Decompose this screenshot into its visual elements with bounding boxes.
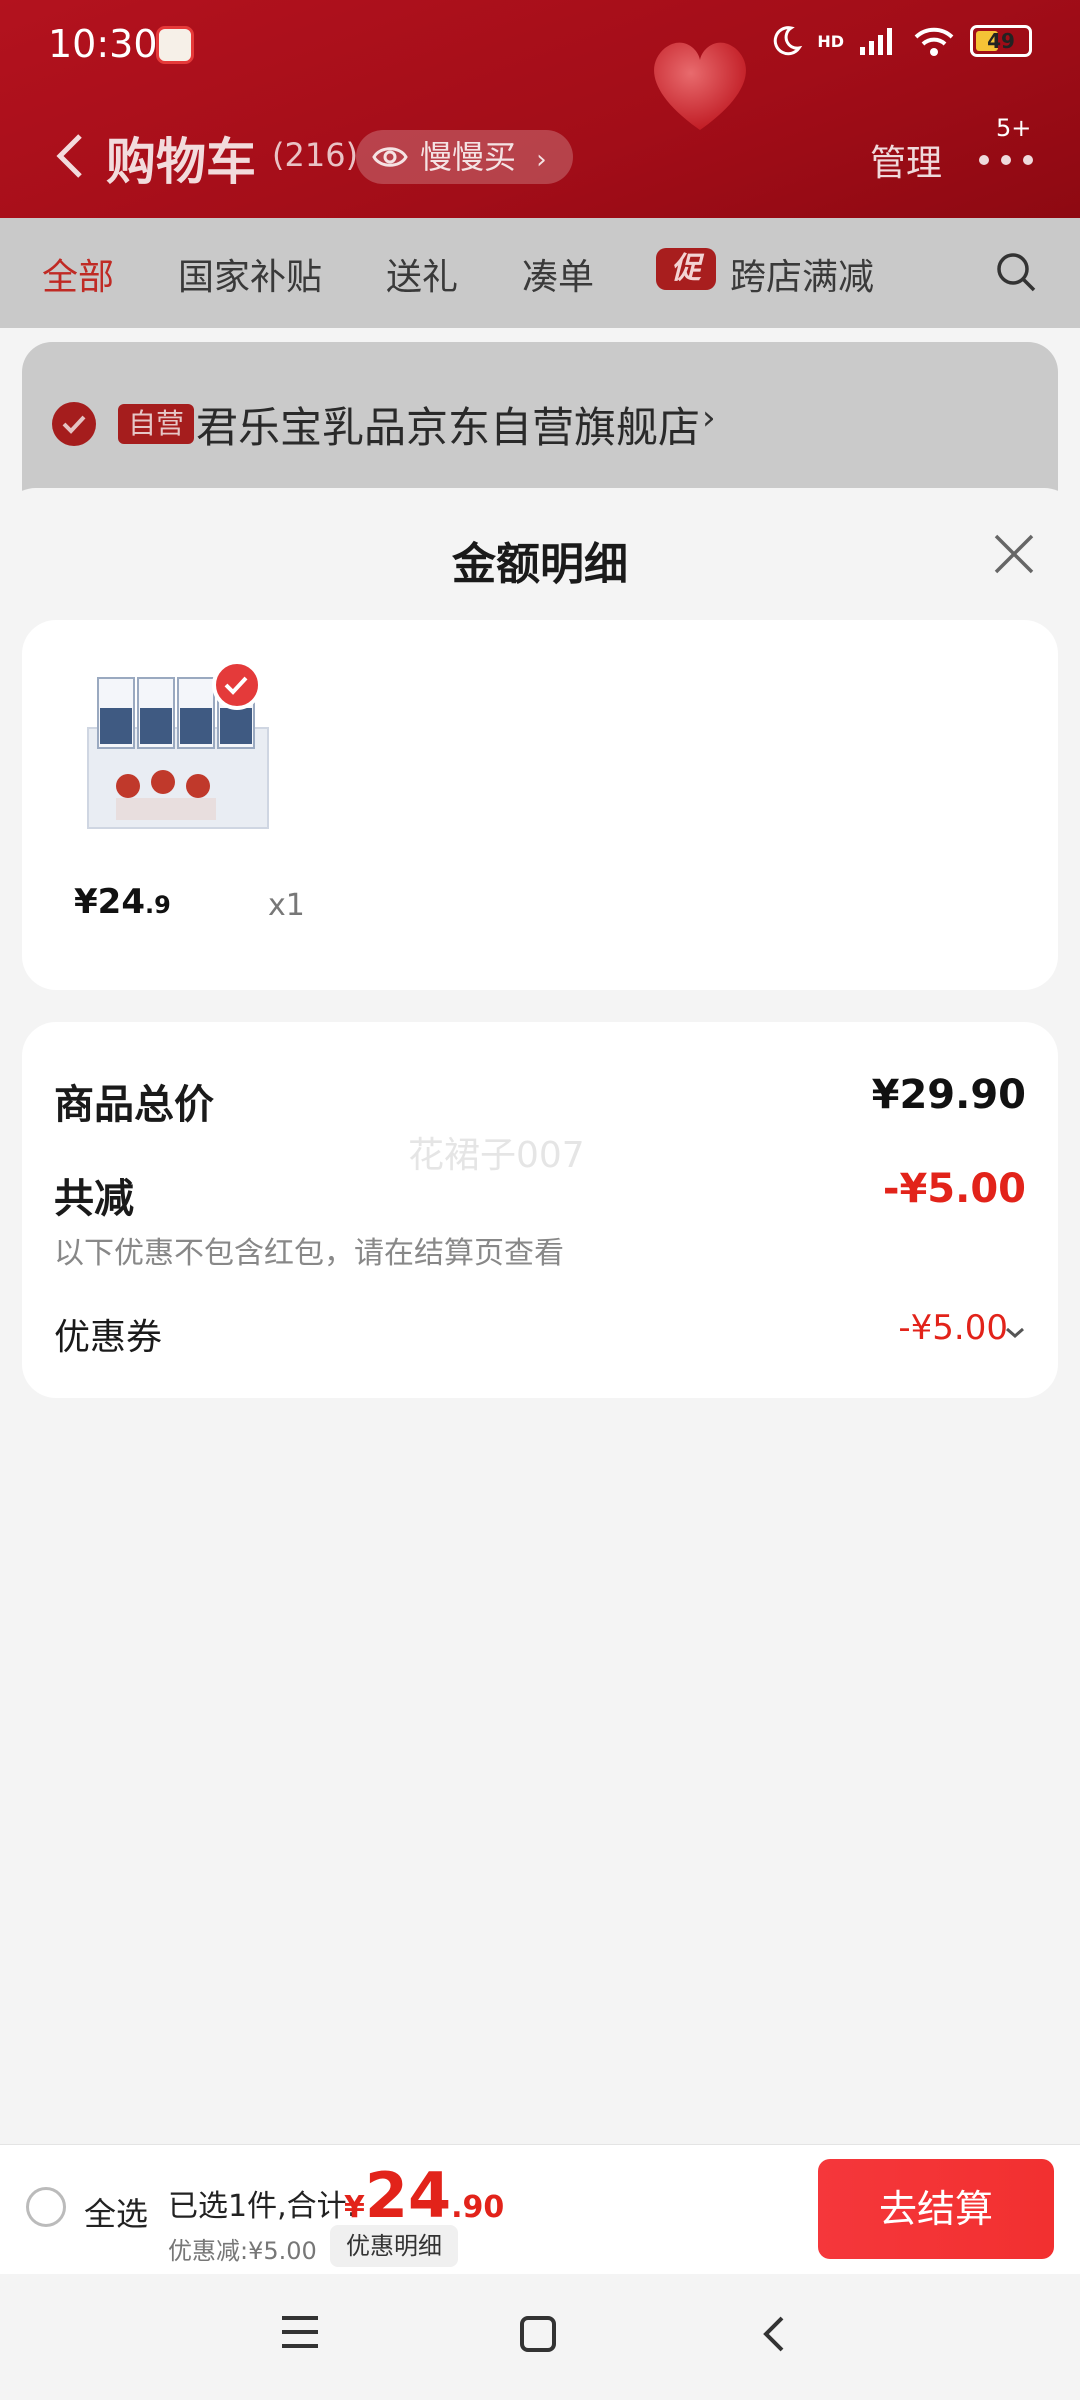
- chevron-right-icon: ›: [702, 398, 716, 438]
- reduce-label: 共减: [54, 1176, 134, 1222]
- product-price-int: ¥24: [74, 882, 145, 922]
- cart-header: 10:30 HD 49 购物车 (216) 慢慢买 › 管理 5+: [0, 0, 1080, 218]
- search-icon[interactable]: [994, 250, 1038, 294]
- store-check-icon[interactable]: [52, 402, 96, 446]
- checkout-button[interactable]: 去结算: [818, 2159, 1054, 2259]
- cart-count: (216): [272, 136, 359, 174]
- cart-nav: 购物车 (216) 慢慢买 › 管理 5+: [0, 112, 1080, 202]
- system-nav-bar: [0, 2274, 1080, 2400]
- back-icon[interactable]: [758, 2314, 788, 2354]
- product-card: ¥24.9 x1: [22, 620, 1058, 990]
- more-badge: 5+: [996, 114, 1032, 142]
- total-label: 商品总价: [54, 1082, 214, 1128]
- discount-text: 优惠减:¥5.00: [168, 2237, 317, 2265]
- status-icons: HD 49: [769, 24, 1032, 58]
- tab-national-subsidy[interactable]: 国家补贴: [178, 248, 322, 300]
- tab-all[interactable]: 全部: [42, 248, 114, 300]
- status-time: 10:30: [48, 22, 158, 66]
- status-bar: 10:30 HD 49: [0, 0, 1080, 90]
- chevron-down-icon[interactable]: [1004, 1326, 1026, 1340]
- discount-note: 以下优惠不包含红包，请在结算页查看: [54, 1236, 564, 1271]
- coupon-label: 优惠券: [54, 1317, 163, 1358]
- selected-count-text: 已选1件,合计:: [168, 2189, 357, 2224]
- total-int: 24: [364, 2159, 452, 2232]
- hd-label: HD: [817, 31, 844, 51]
- tab-cross-store-discount[interactable]: 跨店满减: [730, 248, 874, 300]
- total-symbol: ¥: [344, 2190, 365, 2225]
- sheet-title: 金额明细: [452, 539, 628, 590]
- more-icon[interactable]: [976, 150, 1036, 170]
- checkout-bar: 全选 已选1件,合计: ¥24.90 优惠减:¥5.00 优惠明细 去结算: [0, 2144, 1080, 2275]
- filter-tabs: 全部 国家补贴 送礼 凑单 促 跨店满减: [0, 218, 1080, 328]
- wifi-icon: [914, 27, 954, 56]
- do-not-disturb-icon: [774, 26, 803, 56]
- battery-level: 49: [987, 29, 1015, 53]
- chevron-right-icon: ›: [536, 145, 547, 175]
- store-name[interactable]: 君乐宝乳品京东自营旗舰店: [196, 394, 700, 455]
- battery-icon: 49: [970, 25, 1032, 57]
- total-value: ¥29.90: [871, 1072, 1026, 1118]
- close-icon[interactable]: [990, 530, 1038, 578]
- self-operated-tag: 自营: [118, 404, 195, 444]
- menu-icon[interactable]: [280, 2314, 320, 2350]
- total-amount: ¥24.90: [344, 2159, 504, 2232]
- app-notification-icon: [156, 26, 194, 64]
- reduce-value: -¥5.00: [882, 1166, 1026, 1212]
- promo-badge: 促: [656, 248, 716, 290]
- product-price-dec: .9: [144, 891, 171, 919]
- tab-bundle[interactable]: 凑单: [522, 248, 594, 300]
- manage-button[interactable]: 管理: [870, 134, 942, 186]
- price-summary-card: 花裙子007 商品总价 ¥29.90 共减 -¥5.00 以下优惠不包含红包，请…: [22, 1022, 1058, 1398]
- product-selected-icon[interactable]: [212, 660, 262, 710]
- tab-gift[interactable]: 送礼: [386, 248, 458, 300]
- slow-buy-label: 慢慢买: [420, 138, 517, 176]
- signal-icon: [860, 28, 892, 55]
- eye-icon: [372, 147, 408, 167]
- home-icon[interactable]: [518, 2314, 558, 2354]
- select-all-radio[interactable]: [26, 2187, 66, 2227]
- coupon-row[interactable]: 优惠券 -¥5.00: [54, 1308, 1026, 1358]
- page-title: 购物车: [106, 133, 256, 191]
- coupon-value: -¥5.00: [898, 1308, 1008, 1348]
- reduce-row: 共减 -¥5.00: [54, 1166, 1026, 1226]
- product-quantity: x1: [268, 888, 305, 923]
- total-row: 商品总价 ¥29.90: [54, 1072, 1026, 1132]
- total-dec: .90: [451, 2190, 505, 2225]
- chevron-left-icon[interactable]: [50, 130, 90, 182]
- slow-buy-button[interactable]: 慢慢买 ›: [356, 130, 573, 184]
- discount-detail-button[interactable]: 优惠明细: [330, 2225, 458, 2267]
- note-row: 以下优惠不包含红包，请在结算页查看: [54, 1228, 1026, 1271]
- amount-detail-sheet: 金额明细 ¥24.9 x1 花裙子007 商品总价 ¥29.90 共减 -¥5.…: [0, 488, 1080, 2158]
- select-all-label[interactable]: 全选: [84, 2189, 148, 2235]
- product-price: ¥24.9: [74, 882, 171, 922]
